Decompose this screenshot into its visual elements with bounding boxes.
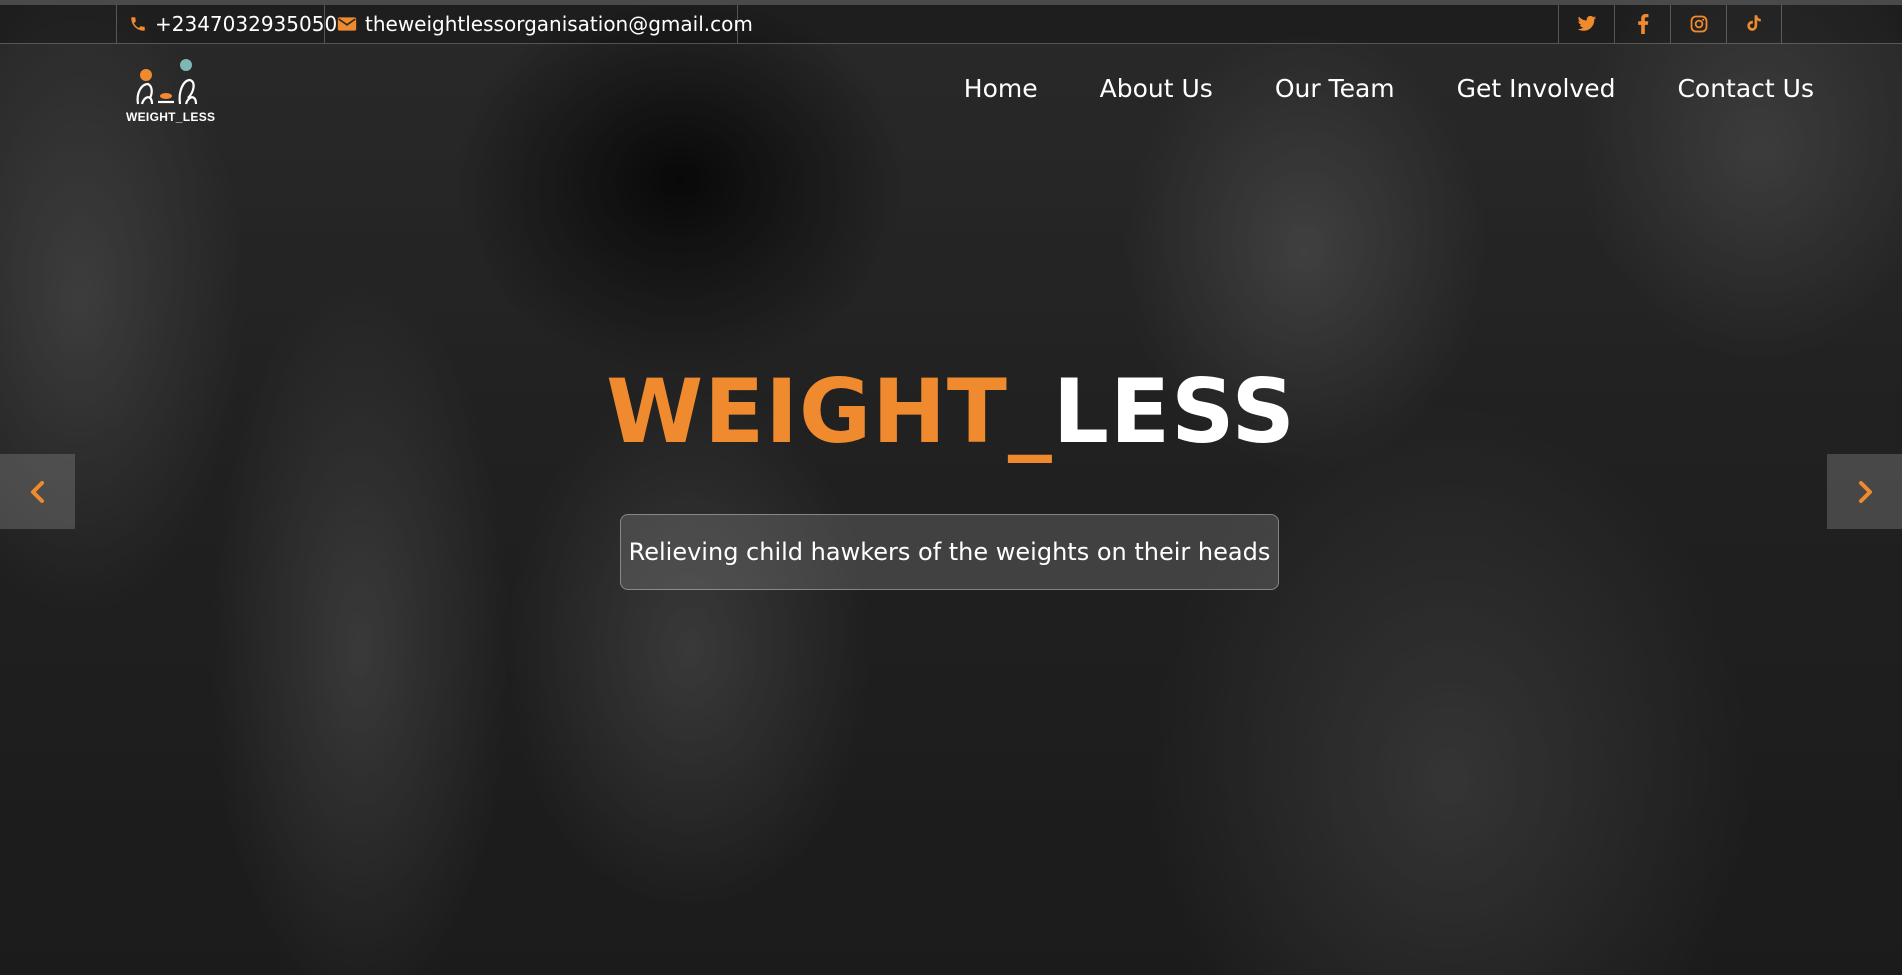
logo-emblem xyxy=(136,59,198,105)
instagram-icon xyxy=(1690,15,1707,33)
nav-get-involved[interactable]: Get Involved xyxy=(1457,74,1616,103)
phone-icon xyxy=(131,17,145,31)
twitter-link[interactable] xyxy=(1558,5,1614,43)
email-contact[interactable]: theweightlessorganisation@gmail.com xyxy=(324,5,753,43)
hero-title-plain: LESS xyxy=(1052,360,1296,463)
chevron-left-icon xyxy=(30,480,44,503)
phone-contact[interactable]: +2347032935050 xyxy=(116,5,337,43)
hero-tagline: Relieving child hawkers of the weights o… xyxy=(620,514,1279,590)
tiktok-link[interactable] xyxy=(1726,5,1782,43)
nav-our-team[interactable]: Our Team xyxy=(1275,74,1395,103)
tiktok-icon xyxy=(1747,15,1761,31)
main-nav: Home About Us Our Team Get Involved Cont… xyxy=(964,74,1814,103)
carousel-prev-button[interactable] xyxy=(0,454,75,529)
social-links xyxy=(1558,5,1782,43)
logo[interactable]: WEIGHT_LESS xyxy=(126,58,216,126)
phone-number: +2347032935050 xyxy=(155,12,338,36)
top-bar: +2347032935050 theweightlessorganisation… xyxy=(0,0,1902,44)
hero-background-image xyxy=(0,0,1902,975)
nav-about-us[interactable]: About Us xyxy=(1100,74,1213,103)
nav-contact-us[interactable]: Contact Us xyxy=(1677,74,1814,103)
nav-home[interactable]: Home xyxy=(964,74,1038,103)
twitter-icon xyxy=(1577,15,1596,31)
facebook-link[interactable] xyxy=(1614,5,1670,43)
logo-text: WEIGHT_LESS xyxy=(126,110,216,124)
carousel-next-button[interactable] xyxy=(1827,454,1902,529)
email-address: theweightlessorganisation@gmail.com xyxy=(365,12,753,36)
hero-title-accent: WEIGHT_ xyxy=(606,360,1053,463)
envelope-icon xyxy=(337,17,357,31)
chevron-right-icon xyxy=(1858,480,1872,503)
instagram-link[interactable] xyxy=(1670,5,1726,43)
hero-title: WEIGHT_LESS xyxy=(0,362,1902,462)
facebook-icon xyxy=(1637,14,1648,34)
